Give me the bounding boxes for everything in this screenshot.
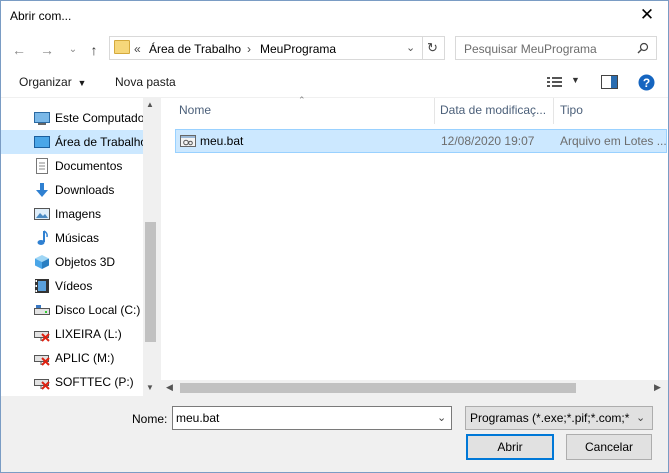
view-options-chevron-icon[interactable]: ▼	[571, 75, 580, 85]
column-header-modified[interactable]: Data de modificaç...	[440, 103, 546, 117]
sidebar-item-music[interactable]: Músicas	[25, 226, 155, 250]
close-icon[interactable]: ✕	[636, 5, 658, 25]
svg-text:?: ?	[643, 76, 650, 90]
address-dropdown-chevron-icon[interactable]: ⌄	[406, 41, 415, 54]
preview-pane-icon[interactable]	[601, 75, 618, 89]
new-folder-button[interactable]: Nova pasta	[115, 75, 176, 89]
open-with-dialog: Abrir com... ✕ ← → ⌄ ↑ « Área de Trabalh…	[0, 0, 669, 473]
open-button[interactable]: Abrir	[466, 434, 554, 460]
file-type-filter-value: Programas (*.exe;*.pif;*.com;*.ba	[470, 411, 630, 425]
sidebar-item-documents[interactable]: Documentos	[25, 154, 155, 178]
organize-button[interactable]: Organizar ▼	[19, 75, 86, 89]
command-bar: Organizar ▼ Nova pasta ▼ ?	[1, 69, 668, 98]
column-header-type[interactable]: Tipo	[560, 103, 583, 117]
view-details-icon[interactable]	[547, 76, 563, 89]
file-name-label: Nome:	[132, 412, 168, 426]
scrollbar-thumb[interactable]	[180, 383, 576, 393]
sidebar-item-downloads[interactable]: Downloads	[25, 178, 155, 202]
scroll-down-icon[interactable]: ▼	[146, 383, 154, 392]
navigation-pane: Este Computador Área de Trabalho Documen…	[1, 98, 157, 396]
scrollbar-thumb[interactable]	[145, 222, 156, 342]
network-drive-disconnected-icon	[34, 355, 50, 366]
sidebar-item-label: Documentos	[55, 159, 123, 173]
navigation-pane-scrollbar[interactable]: ▲ ▼	[143, 98, 158, 396]
sidebar-item-computer[interactable]: Este Computador	[25, 106, 155, 130]
sidebar-item-label: Objetos 3D	[55, 255, 116, 269]
local-disk-icon	[34, 305, 50, 315]
sidebar-item-label: Imagens	[55, 207, 102, 221]
scroll-left-icon[interactable]: ◀	[166, 382, 173, 393]
sidebar-item-videos[interactable]: Vídeos	[25, 274, 155, 298]
file-name-input[interactable]	[176, 410, 426, 426]
help-icon[interactable]: ?	[638, 74, 655, 91]
network-drive-disconnected-icon	[34, 379, 50, 390]
organize-chevron-icon: ▼	[75, 78, 87, 88]
file-type-filter-select[interactable]: Programas (*.exe;*.pif;*.com;*.ba ⌄	[465, 406, 653, 430]
pictures-icon	[34, 208, 50, 220]
file-row[interactable]: meu.bat 12/08/2020 19:07 Arquivo em Lote…	[175, 129, 667, 153]
file-modified: 12/08/2020 19:07	[441, 134, 535, 148]
sidebar-item-label: LIXEIRA (L:)	[55, 327, 122, 341]
scroll-up-icon[interactable]: ▲	[146, 100, 154, 109]
forward-arrow-icon[interactable]: →	[38, 41, 56, 59]
sidebar-item-label: Disco Local (C:)	[55, 303, 141, 317]
sidebar-item-softtec[interactable]: SOFTTEC (P:)	[25, 370, 155, 394]
sidebar-item-label: Downloads	[55, 183, 115, 197]
sidebar-item-label: Este Computador	[55, 111, 149, 125]
recent-locations-chevron-icon[interactable]: ⌄	[64, 41, 82, 59]
objects3d-icon	[35, 255, 49, 269]
sidebar-item-local-disk[interactable]: Disco Local (C:)	[25, 298, 155, 322]
sort-ascending-icon: ⌃	[298, 95, 306, 105]
music-icon	[37, 230, 48, 245]
file-type: Arquivo em Lotes ...	[560, 134, 667, 148]
breadcrumb-overflow[interactable]: «	[134, 42, 141, 56]
sidebar-item-aplic[interactable]: APLIC (M:)	[25, 346, 155, 370]
sidebar-item-label: Músicas	[55, 231, 100, 245]
dialog-footer: Nome: ⌄ Programas (*.exe;*.pif;*.com;*.b…	[1, 396, 668, 472]
sidebar-item-lixeira[interactable]: LIXEIRA (L:)	[25, 322, 155, 346]
breadcrumb-item-meuprograma[interactable]: MeuPrograma	[260, 42, 336, 56]
downloads-icon	[36, 183, 48, 197]
scroll-right-icon[interactable]: ▶	[654, 382, 661, 393]
search-placeholder: Pesquisar MeuPrograma	[464, 42, 597, 56]
up-arrow-icon[interactable]: ↑	[85, 41, 103, 59]
filter-dropdown-chevron-icon[interactable]: ⌄	[636, 411, 645, 424]
sidebar-item-label: APLIC (M:)	[55, 351, 115, 365]
address-bar[interactable]: « Área de Trabalho › MeuPrograma ⌄ ↻	[109, 36, 445, 60]
file-name: meu.bat	[200, 134, 244, 148]
sidebar-item-desktop[interactable]: Área de Trabalho	[1, 130, 148, 154]
breadcrumb-separator: ›	[247, 42, 251, 56]
computer-icon	[34, 112, 50, 125]
search-box[interactable]: Pesquisar MeuPrograma	[455, 36, 657, 60]
cancel-button[interactable]: Cancelar	[566, 434, 652, 460]
documents-icon	[36, 158, 48, 174]
breadcrumb-item-desktop[interactable]: Área de Trabalho	[149, 42, 241, 56]
network-drive-disconnected-icon	[34, 331, 50, 342]
column-divider[interactable]	[553, 98, 554, 124]
organize-label: Organizar	[19, 75, 72, 89]
folder-icon	[114, 40, 130, 54]
column-divider[interactable]	[434, 98, 435, 124]
sidebar-item-label: Área de Trabalho	[55, 135, 148, 149]
file-name-dropdown-chevron-icon[interactable]: ⌄	[437, 411, 446, 424]
sidebar-item-label: Vídeos	[55, 279, 93, 293]
file-list-pane: ⌃ Nome Data de modificaç... Tipo meu.bat…	[161, 95, 668, 396]
column-header-name[interactable]: Nome	[179, 103, 211, 117]
title-bar: Abrir com... ✕	[1, 1, 668, 31]
sidebar-item-label: SOFTTEC (P:)	[55, 375, 134, 389]
refresh-icon[interactable]: ↻	[427, 40, 438, 56]
file-list-horizontal-scrollbar[interactable]: ◀ ▶	[161, 380, 668, 396]
sidebar-item-pictures[interactable]: Imagens	[25, 202, 155, 226]
back-arrow-icon[interactable]: ←	[10, 41, 28, 59]
search-icon[interactable]	[637, 42, 649, 54]
videos-icon	[35, 279, 49, 293]
address-divider	[422, 37, 423, 59]
file-name-combobox[interactable]: ⌄	[172, 406, 452, 430]
sidebar-item-3d-objects[interactable]: Objetos 3D	[25, 250, 155, 274]
window-title: Abrir com...	[10, 9, 72, 23]
batch-file-icon	[180, 135, 196, 147]
desktop-icon	[34, 136, 50, 148]
